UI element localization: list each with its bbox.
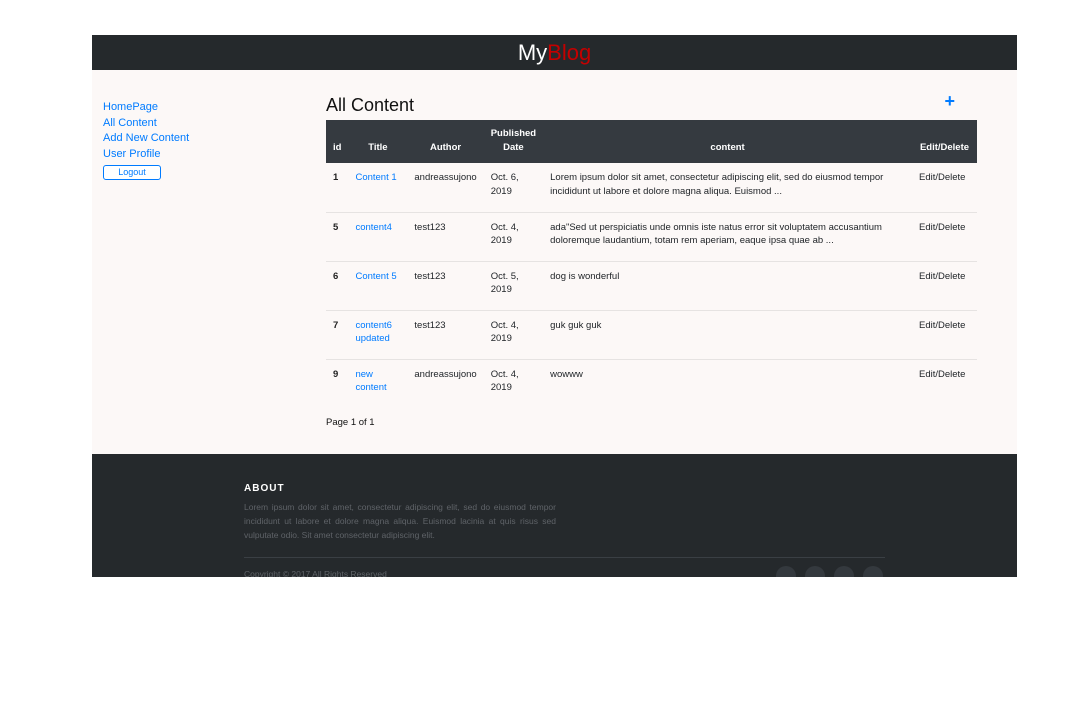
header-title: Title [348, 120, 408, 163]
cell-title-link[interactable]: Content 1 [348, 163, 407, 212]
cell-id: 1 [333, 172, 339, 183]
navbar: MyBlog [92, 35, 1017, 70]
sidebar-item-add-new-content[interactable]: Add New Content [103, 131, 243, 147]
sidebar-item-all-content[interactable]: All Content [103, 116, 243, 132]
cell-edit-delete[interactable]: Edit/Delete [912, 163, 977, 212]
footer-about-text: Lorem ipsum dolor sit amet, consectetur … [244, 502, 556, 540]
cell-content: wowww [543, 358, 912, 408]
footer-copyright: Copyright © 2017 All Rights Reserved [244, 569, 387, 577]
social-icon-1[interactable] [776, 566, 796, 577]
cell-date-line2: 2019 [490, 284, 512, 295]
cell-date-line2: 2019 [490, 382, 512, 393]
cell-date-line1: Oct. 4, [490, 319, 519, 331]
cell-author: andreassujono [414, 172, 477, 183]
social-icon-2[interactable] [805, 566, 825, 577]
brand-logo[interactable]: MyBlog [518, 35, 591, 70]
sidebar-item-user-profile[interactable]: User Profile [103, 147, 243, 163]
social-icon-3[interactable] [834, 566, 854, 577]
cell-id: 6 [326, 260, 349, 310]
main-content: All Content + id Title Author Published D… [326, 90, 977, 428]
logout-button[interactable]: Logout [103, 165, 161, 180]
table-row: 6 Content 5 test123 Oct. 5, 2019 dog is w… [326, 260, 977, 310]
header-published-date: Published Date [483, 120, 544, 163]
add-content-icon[interactable]: + [944, 91, 955, 111]
site-container: MyBlog HomePage All Content Add New Cont… [92, 35, 1017, 577]
cell-id: 5 [326, 211, 349, 261]
cell-author: test123 [407, 309, 484, 359]
header-id: id [326, 120, 349, 163]
cell-edit-delete[interactable]: Edit/Delete [912, 260, 977, 310]
cell-edit-delete[interactable]: Edit/Delete [912, 211, 977, 261]
cell-id: 9 [326, 358, 349, 408]
cell-date-line2: 2019 [490, 235, 512, 246]
social-icon-4[interactable] [863, 566, 883, 577]
cell-date-line1: Oct. 6, [490, 172, 519, 183]
cell-title-link[interactable]: content4 [348, 211, 408, 261]
header-edit-delete: Edit/Delete [912, 120, 977, 163]
cell-date-line1: Oct. 5, [490, 270, 519, 282]
pagination-info: Page 1 of 1 [326, 417, 375, 428]
cell-edit-delete[interactable]: Edit/Delete [912, 358, 977, 408]
header-content: content [543, 120, 912, 163]
cell-date: Oct. 4, 2019 [483, 309, 544, 359]
header-published-line1: Published [490, 128, 537, 139]
footer: ABOUT Lorem ipsum dolor sit amet, consec… [92, 454, 1017, 577]
cell-content: Lorem ipsum dolor sit amet, consectetur … [550, 172, 884, 197]
cell-edit-delete[interactable]: Edit/Delete [912, 309, 977, 359]
cell-date-line1: Oct. 4, [490, 368, 519, 380]
cell-author: andreassujono [407, 358, 484, 408]
cell-title-link[interactable]: content6 updated [348, 309, 408, 359]
table-row: 5 content4 test123 Oct. 4, 2019 ada"Sed u… [326, 211, 977, 261]
cell-id: 7 [326, 309, 349, 359]
cell-content: guk guk guk [543, 309, 912, 359]
table-row: 9 new content andreassujono Oct. 4, 2019 … [326, 358, 977, 408]
table-body: 1 Content 1 andreassujono Oct. 6, 2019 Lo… [326, 163, 977, 408]
cell-date: Oct. 5, 2019 [483, 260, 544, 310]
cell-content: dog is wonderful [543, 260, 912, 310]
brand-blog: Blog [547, 40, 592, 65]
social-links [776, 566, 883, 577]
footer-about-title: ABOUT [244, 483, 285, 494]
cell-date: Oct. 4, 2019 [483, 358, 544, 408]
cell-author: test123 [407, 211, 484, 261]
cell-author: test123 [407, 260, 484, 310]
header-published-line2: Date [503, 142, 524, 153]
page-title: All Content [326, 95, 415, 115]
cell-date-line2: 2019 [490, 185, 512, 197]
table-header: id Title Author Published Date content Ed… [326, 120, 977, 163]
sidebar: HomePage All Content Add New Content Use… [103, 100, 243, 180]
header-author: Author [407, 120, 484, 163]
cell-title-link[interactable]: Content 5 [348, 260, 408, 310]
cell-date: Oct. 4, 2019 [483, 211, 544, 261]
cell-date: Oct. 6, 2019 [484, 163, 543, 212]
cell-title-link[interactable]: new content [348, 358, 408, 408]
footer-divider [244, 557, 885, 558]
cell-date-line2: 2019 [490, 333, 512, 344]
sidebar-item-homepage[interactable]: HomePage [103, 100, 243, 116]
brand-my: My [517, 40, 548, 65]
cell-content: ada"Sed ut perspiciatis unde omnis iste … [543, 211, 912, 261]
table-row: 1 Content 1 andreassujono Oct. 6, 2019 Lo… [326, 163, 977, 212]
table-row: 7 content6 updated test123 Oct. 4, 2019 g… [326, 309, 977, 359]
cell-date-line1: Oct. 4, [490, 221, 519, 233]
content-table: id Title Author Published Date content Ed… [326, 120, 977, 408]
